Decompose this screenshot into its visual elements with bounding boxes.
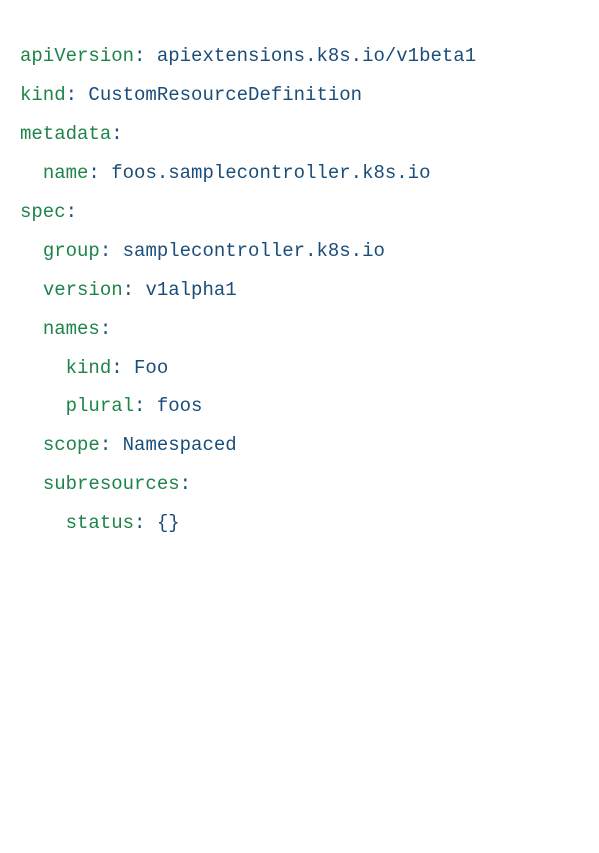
- yaml-code-block: apiVersion: apiextensions.k8s.io/v1beta1…: [20, 37, 579, 543]
